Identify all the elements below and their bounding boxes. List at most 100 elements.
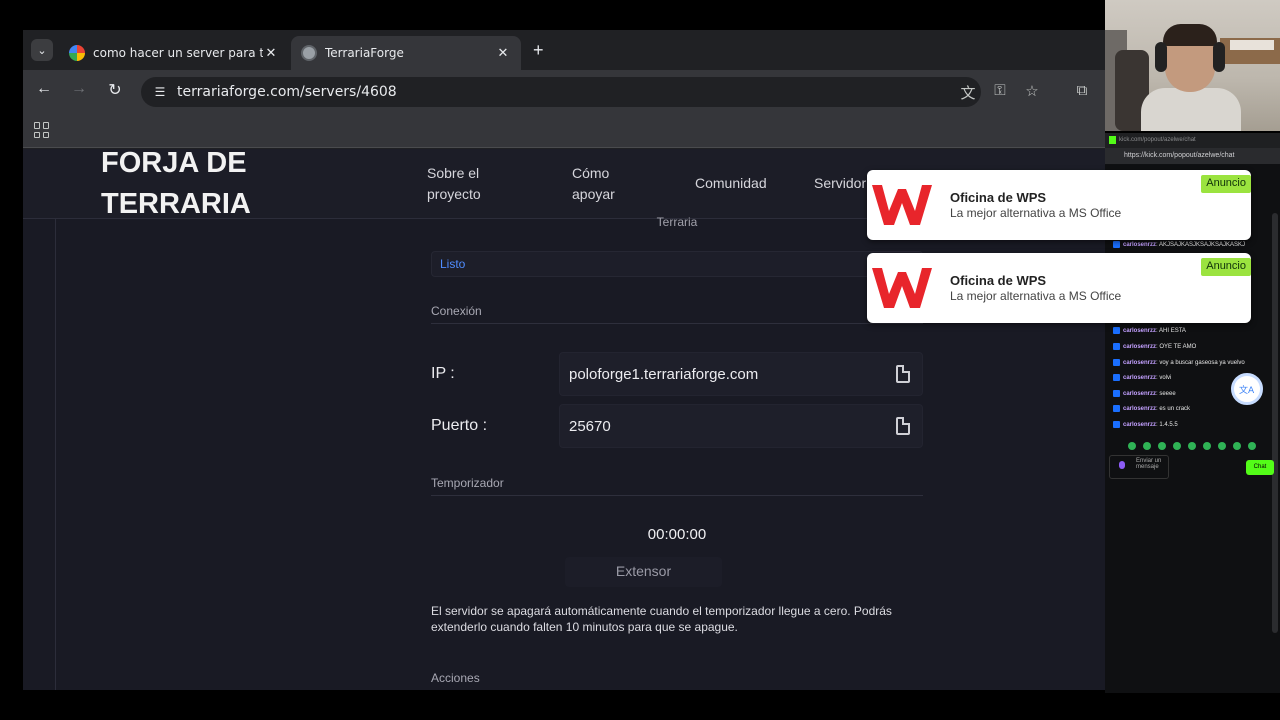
nav-text: apoyar: [572, 186, 615, 202]
chat-username[interactable]: carlosenrzz: [1123, 360, 1156, 366]
kick-logo-icon: [1109, 136, 1116, 144]
tab-title: como hacer un server para terra: [93, 46, 263, 60]
close-tab-icon[interactable]: ✕: [263, 46, 279, 61]
extensions-icon[interactable]: ⧉: [1071, 82, 1093, 99]
port-label: Puerto :: [431, 417, 488, 434]
wps-logo-icon: [872, 185, 932, 225]
chat-message: carlosenrzz: AKJSAJKASJKSAJKSAJKASKJ: [1113, 241, 1245, 248]
back-arrow-icon[interactable]: ←: [32, 80, 56, 98]
emote-icon[interactable]: [1158, 442, 1166, 450]
emote-icon[interactable]: [1143, 442, 1151, 450]
chat-username[interactable]: carlosenrzz: [1123, 375, 1156, 381]
wps-logo-icon: [872, 268, 932, 308]
ad-subtitle: La mejor alternativa a MS Office: [950, 289, 1122, 303]
chat-message: carlosenrzz: seeee: [1113, 390, 1176, 397]
webcam-person: [1163, 24, 1217, 46]
tab-search-chevron-icon[interactable]: ⌄: [31, 39, 53, 61]
copy-icon[interactable]: [896, 417, 910, 435]
emote-icon[interactable]: [1233, 442, 1241, 450]
ip-value[interactable]: poloforge1.terrariaforge.com: [569, 366, 758, 383]
chat-send-button[interactable]: Chat: [1246, 460, 1274, 475]
bookmark-star-icon[interactable]: ☆: [1021, 82, 1043, 100]
nav-link-community[interactable]: Comunidad: [695, 173, 767, 194]
nav-link-support[interactable]: Cómo apoyar: [572, 163, 615, 205]
translate-icon[interactable]: 文: [957, 82, 979, 103]
browser-toolbar: ← → ↻ ☰ terrariaforge.com/servers/4608 文…: [23, 70, 1105, 114]
headphones-icon: [1155, 42, 1167, 72]
badge-icon: [1113, 359, 1120, 366]
chat-window-title-text: kick.com/popout/azelwe/chat: [1119, 137, 1196, 143]
webcam-background: [1230, 40, 1274, 50]
nav-link-about[interactable]: Sobre el proyecto: [427, 163, 481, 205]
divider: [431, 495, 923, 496]
nav-text: Servidor: [814, 175, 867, 191]
chat-window-title: kick.com/popout/azelwe/chat: [1105, 133, 1280, 148]
translate-floating-icon[interactable]: [1231, 373, 1263, 405]
chat-username[interactable]: carlosenrzz: [1123, 422, 1156, 428]
emote-icon[interactable]: [1128, 442, 1136, 450]
tab-google-search[interactable]: como hacer un server para terra ✕: [59, 36, 289, 70]
reload-icon[interactable]: ↻: [103, 80, 127, 100]
extend-timer-button[interactable]: Extensor: [565, 557, 722, 587]
badge-icon: [1113, 374, 1120, 381]
chat-message: carlosenrzz: volvi: [1113, 374, 1171, 381]
chat-text: : volvi: [1156, 374, 1172, 381]
actions-section-title: Acciones: [431, 671, 480, 685]
headphones-icon: [1213, 42, 1225, 72]
microphone-icon[interactable]: [1119, 461, 1125, 469]
port-value[interactable]: 25670: [569, 418, 611, 435]
chat-message-input[interactable]: Enviar un mensaje: [1109, 455, 1169, 479]
nav-text: Comunidad: [695, 175, 767, 191]
tab-terrariaforge[interactable]: TerrariaForge ✕: [291, 36, 521, 70]
badge-icon: [1113, 405, 1120, 412]
nav-text: Cómo: [572, 165, 610, 181]
ad-subtitle: La mejor alternativa a MS Office: [950, 206, 1122, 220]
webcam-person: [1141, 88, 1241, 131]
copy-icon[interactable]: [896, 365, 910, 383]
forward-arrow-icon[interactable]: →: [67, 80, 91, 98]
chat-text: : AKJSAJKASJKSAJKSAJKASKJ: [1156, 241, 1246, 248]
chat-username[interactable]: carlosenrzz: [1123, 344, 1156, 350]
chat-url-bar[interactable]: https://kick.com/popout/azelwe/chat: [1105, 148, 1280, 164]
ad-notification[interactable]: Oficina de WPS La mejor alternativa a MS…: [867, 253, 1251, 323]
nav-link-server[interactable]: Servidor: [814, 173, 866, 194]
url-text[interactable]: terrariaforge.com/servers/4608: [177, 84, 397, 100]
close-tab-icon[interactable]: ✕: [495, 46, 511, 61]
emote-icon[interactable]: [1248, 442, 1256, 450]
chat-text: : voy a buscar gaseosa ya vuelvo: [1156, 359, 1245, 366]
badge-icon: [1113, 390, 1120, 397]
chat-username[interactable]: carlosenrzz: [1123, 391, 1156, 397]
password-key-icon[interactable]: ⚿: [989, 82, 1011, 99]
webcam-overlay: [1105, 0, 1280, 131]
emote-icon[interactable]: [1173, 442, 1181, 450]
chat-scrollbar[interactable]: [1272, 213, 1278, 633]
site-logo-text[interactable]: FORJA DE TERRARIA: [101, 143, 251, 225]
port-field[interactable]: 25670: [559, 404, 923, 448]
ip-field[interactable]: poloforge1.terrariaforge.com: [559, 352, 923, 396]
browser-window: ⌄ como hacer un server para terra ✕ Terr…: [23, 30, 1105, 690]
ad-notification[interactable]: Oficina de WPS La mejor alternativa a MS…: [867, 170, 1251, 240]
chat-text: : seeee: [1156, 390, 1176, 397]
chat-message: carlosenrzz: voy a buscar gaseosa ya vue…: [1113, 359, 1245, 366]
address-bar[interactable]: ☰ terrariaforge.com/servers/4608: [141, 77, 981, 107]
new-tab-plus-icon[interactable]: +: [533, 40, 544, 61]
status-badge: Listo: [431, 251, 923, 277]
site-info-icon[interactable]: ☰: [151, 85, 169, 99]
emote-icon[interactable]: [1203, 442, 1211, 450]
google-favicon-icon: [69, 45, 85, 61]
tab-title: TerrariaForge: [325, 46, 404, 60]
chat-username[interactable]: carlosenrzz: [1123, 242, 1156, 248]
chat-text: : OYE TE AMO: [1156, 343, 1197, 350]
chat-message: carlosenrzz: 1.4.5.5: [1113, 421, 1178, 428]
emote-icon[interactable]: [1188, 442, 1196, 450]
chat-username[interactable]: carlosenrzz: [1123, 328, 1156, 334]
apps-grid-icon[interactable]: [34, 122, 50, 138]
emote-icon[interactable]: [1218, 442, 1226, 450]
badge-icon: [1113, 343, 1120, 350]
chat-username[interactable]: carlosenrzz: [1123, 406, 1156, 412]
badge-icon: [1113, 421, 1120, 428]
chat-url-text[interactable]: https://kick.com/popout/azelwe/chat: [1124, 152, 1235, 159]
badge-icon: [1113, 327, 1120, 334]
nav-text: Sobre el: [427, 165, 480, 181]
chat-message: carlosenrzz: OYE TE AMO: [1113, 343, 1196, 350]
